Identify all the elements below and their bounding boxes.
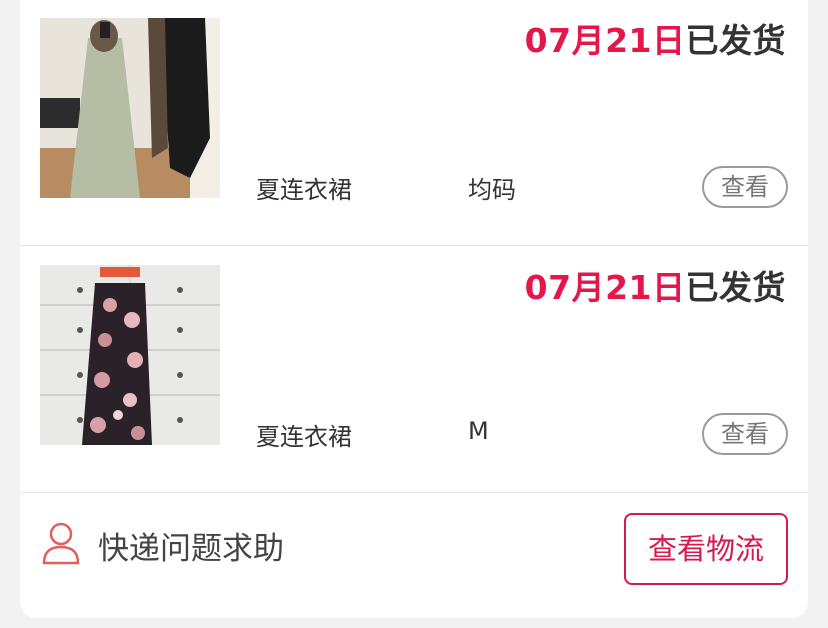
view-button[interactable]: 查看: [702, 166, 788, 208]
user-icon: [42, 521, 80, 569]
order-item[interactable]: 07月21日已发货 夏连衣裙 M 查看: [20, 247, 808, 493]
product-size: M: [468, 417, 489, 445]
order-item[interactable]: 07月21日已发货 夏连衣裙 均码 查看: [20, 0, 808, 246]
product-name: 夏连衣裙: [256, 176, 352, 204]
ship-status-text: 已发货: [685, 21, 786, 60]
product-thumbnail[interactable]: [40, 265, 220, 445]
order-card: 07月21日已发货 夏连衣裙 均码 查看 07月21日已发货 夏连衣裙 M 查看…: [20, 0, 808, 618]
view-button[interactable]: 查看: [702, 413, 788, 455]
view-logistics-button[interactable]: 查看物流: [624, 513, 788, 585]
help-label: 快递问题求助: [98, 530, 284, 567]
divider: [20, 245, 808, 246]
product-size: 均码: [468, 176, 516, 204]
ship-status: 07月21日已发货: [525, 14, 786, 62]
product-thumbnail[interactable]: [40, 18, 220, 198]
order-footer: 快递问题求助 查看物流: [20, 493, 808, 618]
ship-status-text: 已发货: [685, 268, 786, 307]
ship-date: 07月21日: [524, 21, 686, 60]
ship-status: 07月21日已发货: [525, 261, 786, 309]
shipping-help-link[interactable]: 快递问题求助: [42, 521, 284, 569]
ship-date: 07月21日: [524, 268, 686, 307]
product-name: 夏连衣裙: [256, 423, 352, 451]
